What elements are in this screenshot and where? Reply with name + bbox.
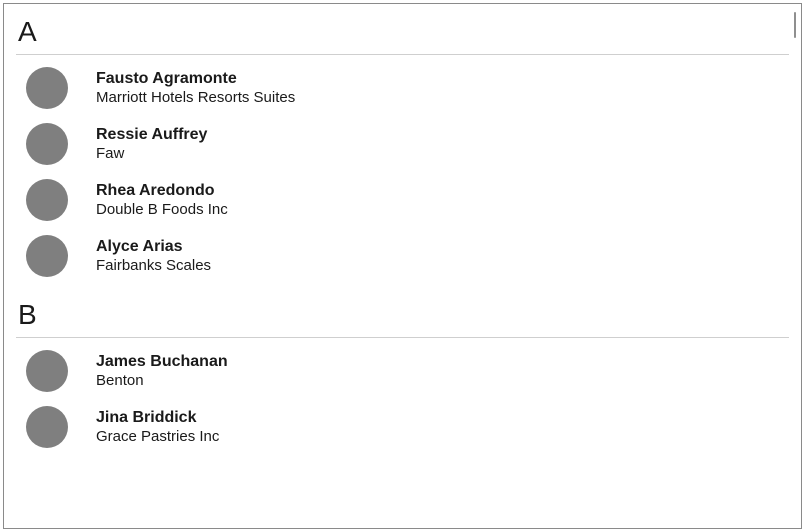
avatar xyxy=(26,235,68,277)
avatar xyxy=(26,350,68,392)
scrollbar-thumb[interactable] xyxy=(794,12,796,38)
grouped-list: A Fausto Agramonte Marriott Hotels Resor… xyxy=(4,4,801,452)
list-item-text: James Buchanan Benton xyxy=(96,352,228,391)
contact-company: Grace Pastries Inc xyxy=(96,428,219,447)
list-item-text: Fausto Agramonte Marriott Hotels Resorts… xyxy=(96,69,295,108)
list-item[interactable]: Rhea Aredondo Double B Foods Inc xyxy=(16,175,789,225)
contact-name: Ressie Auffrey xyxy=(96,125,207,145)
list-item-text: Jina Briddick Grace Pastries Inc xyxy=(96,408,219,447)
avatar xyxy=(26,67,68,109)
list-item-text: Alyce Arias Fairbanks Scales xyxy=(96,237,211,276)
list-item-text: Rhea Aredondo Double B Foods Inc xyxy=(96,181,228,220)
contact-name: Rhea Aredondo xyxy=(96,181,228,201)
contact-name: Fausto Agramonte xyxy=(96,69,295,89)
group-header-b[interactable]: B xyxy=(16,295,789,338)
list-item[interactable]: Ressie Auffrey Faw xyxy=(16,119,789,169)
contact-company: Double B Foods Inc xyxy=(96,201,228,220)
list-item[interactable]: James Buchanan Benton xyxy=(16,346,789,396)
contact-name: Jina Briddick xyxy=(96,408,219,428)
contact-company: Benton xyxy=(96,372,228,391)
contact-company: Fairbanks Scales xyxy=(96,257,211,276)
list-item[interactable]: Jina Briddick Grace Pastries Inc xyxy=(16,402,789,452)
avatar xyxy=(26,123,68,165)
list-item[interactable]: Fausto Agramonte Marriott Hotels Resorts… xyxy=(16,63,789,113)
list-frame: A Fausto Agramonte Marriott Hotels Resor… xyxy=(3,3,802,529)
avatar xyxy=(26,179,68,221)
contact-company: Marriott Hotels Resorts Suites xyxy=(96,89,295,108)
group-header-a[interactable]: A xyxy=(16,12,789,55)
contact-company: Faw xyxy=(96,145,207,164)
contact-name: James Buchanan xyxy=(96,352,228,372)
contact-name: Alyce Arias xyxy=(96,237,211,257)
list-item-text: Ressie Auffrey Faw xyxy=(96,125,207,164)
list-item[interactable]: Alyce Arias Fairbanks Scales xyxy=(16,231,789,281)
avatar xyxy=(26,406,68,448)
